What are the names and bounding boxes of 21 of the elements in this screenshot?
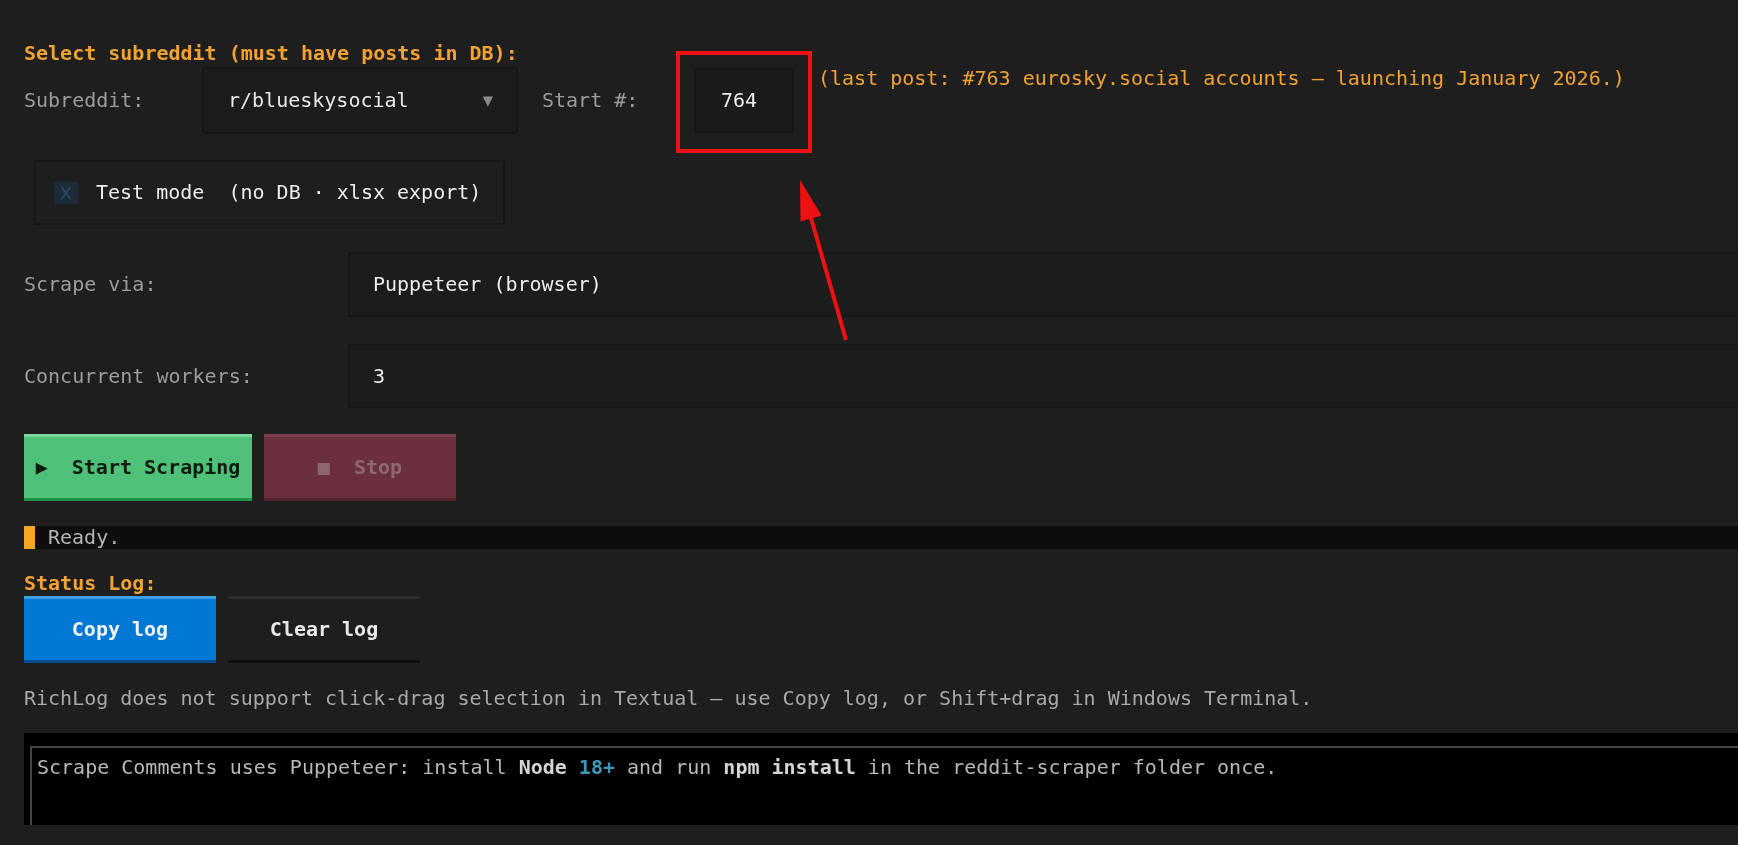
status-marker-icon — [24, 526, 35, 549]
section-heading: Select subreddit (must have posts in DB): — [24, 42, 518, 65]
hint-text: RichLog does not support click-drag selection in Textual — use Copy log, or Shift+drag in Windows Terminal. — [24, 687, 1313, 710]
section-heading: Status Log: — [24, 572, 157, 595]
log-button[interactable]: Clear log — [228, 596, 420, 663]
field-label: Concurrent workers: — [24, 364, 253, 388]
action-button[interactable]: ▶ Start Scraping — [24, 434, 252, 501]
subreddit-dropdown[interactable]: r/blueskysocial ▼ — [202, 67, 518, 134]
caret-icon: ▼ — [482, 89, 493, 112]
field-label: Subreddit: — [24, 89, 145, 112]
status-text: Ready. — [48, 526, 121, 549]
log-line: Scrape Comments uses Puppeteer: install Node 18+ and run npm install in the reddit-scraper folder once. — [37, 756, 1278, 779]
field-label: Scrape via: — [24, 273, 157, 296]
last-post-note: (last post: #763 eurosky.social accounts – launching January 2026.) — [818, 67, 1625, 90]
start-number-input[interactable]: 764 — [694, 68, 794, 133]
workers-field[interactable]: 3 — [348, 344, 1738, 408]
field-label: Start #: — [542, 89, 639, 112]
log-button[interactable]: Copy log — [24, 596, 216, 663]
checkbox-icon[interactable] — [54, 181, 78, 204]
scrape-via-field[interactable]: Puppeteer (browser) — [348, 252, 1738, 317]
test-mode-checkbox[interactable]: Test mode (no DB · xlsx export) — [34, 160, 505, 225]
